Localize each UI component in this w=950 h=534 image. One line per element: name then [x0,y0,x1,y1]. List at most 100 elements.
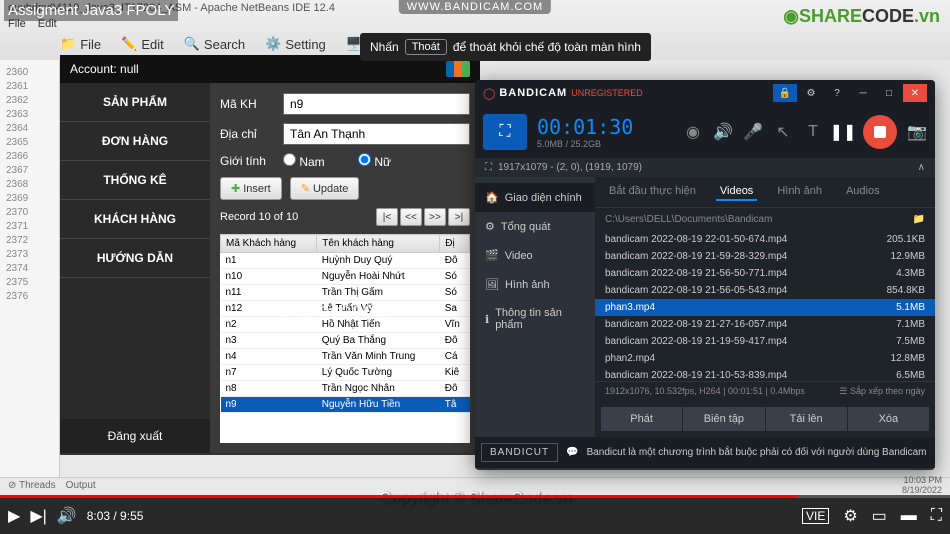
sidebar-item[interactable]: SẢN PHẨM [60,83,210,122]
file-item[interactable]: bandicam 2022-08-19 22-01-50-674.mp4205.… [595,231,935,248]
webcam-icon[interactable]: ◉ [683,122,703,142]
table-row[interactable]: n1Huỳnh Duy QuýĐô [221,253,470,269]
tool-file[interactable]: 📁File [60,36,101,52]
theater-button[interactable]: ▬ [901,507,917,525]
record-button[interactable] [863,115,897,149]
table-row[interactable]: n11Trần Thị GấmSó [221,285,470,301]
rec-size: 5.0MB / 25.2GB [537,139,633,149]
action-button[interactable]: Tải lên [766,407,847,431]
cursor-icon[interactable]: ↖ [773,122,793,142]
tool-setting[interactable]: ⚙️Setting [265,36,326,52]
fullscreen-button[interactable]: ⛶ [931,507,942,525]
page-title: Assigment Java3 FPOLY [4,0,178,21]
logout-button[interactable]: Đăng xuất [60,419,210,453]
file-item[interactable]: phan2.mp412.8MB [595,350,935,367]
play-button[interactable]: ▶ [8,506,20,526]
cc-button[interactable]: VIE [802,508,829,524]
bc-nav-item[interactable]: 🏠Giao diện chính [475,183,595,212]
file-item[interactable]: bandicam 2022-08-19 21-19-59-417.mp47.5M… [595,333,935,350]
table-row[interactable]: n12Lê Tuấn VỹSa [221,301,470,317]
fpt-logo-icon [446,61,470,77]
action-button[interactable]: Biên tập [683,407,764,431]
volume-icon[interactable]: 🔊 [57,506,77,526]
bandicut-button[interactable]: BANDICUT [481,443,558,462]
record-count: Record 10 of 10 [220,211,298,223]
makh-label: Mã KH [220,97,275,111]
table-row[interactable]: n4Trần Văn Minh TrungCá [221,349,470,365]
sidebar-item[interactable]: HƯỚNG DẪN [60,239,210,278]
mic-icon[interactable]: 🎤 [743,122,763,142]
table-header[interactable]: Mã Khách hàng [221,235,317,253]
file-stats: 1912x1076, 10.532fps, H264 | 00:01:51 | … [605,386,805,397]
folder-path[interactable]: C:\Users\DELL\Documents\Bandicam [605,214,772,225]
camera-icon[interactable]: 📷 [907,122,927,142]
makh-input[interactable] [283,93,470,115]
dimensions-bar[interactable]: ⛶1917x1079 - (2, 0), (1919, 1079)∧ [475,158,935,177]
video-player-bar: ▶ ▶| 🔊 8:03 / 9:55 VIE ⚙ ▭ ▬ ⛶ [0,498,950,534]
screen-mode-icon[interactable]: ⛶ [483,114,527,150]
bc-nav-item[interactable]: 🎬Video [475,241,595,270]
bandicam-title: BANDICAM [499,87,567,99]
nav-button[interactable]: << [400,208,422,226]
fullscreen-tooltip: Nhấn Thoát để thoát khỏi chế độ toàn màn… [360,33,651,61]
miniplayer-button[interactable]: ▭ [872,506,887,526]
help-icon[interactable]: ? [825,84,849,102]
gioitinh-label: Giới tính [220,154,275,168]
maximize-icon[interactable]: □ [877,84,901,102]
lock-icon[interactable]: 🔒 [773,84,797,102]
diachi-input[interactable] [283,123,470,145]
sidebar-item[interactable]: THỐNG KÊ [60,161,210,200]
bc-tab[interactable]: Bắt đầu thực hiện [605,183,700,201]
tool-edit[interactable]: ✏️Edit [121,36,164,52]
file-item[interactable]: bandicam 2022-08-19 21-59-28-329.mp412.9… [595,248,935,265]
action-button[interactable]: Xóa [848,407,929,431]
table-row[interactable]: n7Lý Quốc TườngKiê [221,365,470,381]
action-button[interactable]: Phát [601,407,682,431]
java-app-window: Account: null SẢN PHẨMĐƠN HÀNGTHỐNG KÊKH… [60,55,480,455]
next-button[interactable]: ▶| [30,506,46,526]
settings-button[interactable]: ⚙ [843,506,857,526]
file-item[interactable]: bandicam 2022-08-19 21-10-53-839.mp46.5M… [595,367,935,381]
text-icon[interactable]: T [803,122,823,142]
table-row[interactable]: n3Quý Ba ThắngĐô [221,333,470,349]
file-item[interactable]: phan3.mp45.1MB [595,299,935,316]
bc-nav-item[interactable]: ℹThông tin sản phẩm [475,299,595,339]
table-row[interactable]: n8Trần Ngọc NhânĐô [221,381,470,397]
nav-button[interactable]: |< [376,208,398,226]
bc-nav-item[interactable]: ⚙Tổng quát [475,212,595,241]
folder-open-icon[interactable]: 📁 [913,214,925,225]
player-time: 8:03 / 9:55 [87,509,144,523]
file-item[interactable]: bandicam 2022-08-19 21-56-05-543.mp4854.… [595,282,935,299]
pause-icon[interactable]: ❚❚ [833,122,853,142]
customer-table[interactable]: Mã Khách hàngTên khách hàngĐịn1Huỳnh Duy… [220,234,470,443]
timer: 00:01:30 [537,115,633,139]
table-row[interactable]: n9Nguyễn Hữu TiềnTâ [221,397,470,413]
bc-nav-item[interactable]: 🖼Hình ảnh [475,270,595,299]
settings-icon[interactable]: ⚙ [799,84,823,102]
minimize-icon[interactable]: ─ [851,84,875,102]
sidebar-item[interactable]: ĐƠN HÀNG [60,122,210,161]
tool-search[interactable]: 🔍Search [184,36,245,52]
bandicam-watermark: WWW.BANDICAM.COM [399,0,551,14]
update-button[interactable]: Update [290,177,360,200]
bc-tab[interactable]: Hình ảnh [773,183,826,201]
bc-tab[interactable]: Videos [716,183,757,201]
close-icon[interactable]: ✕ [903,84,927,102]
table-row[interactable]: n2Hồ Nhật TiếnVĩn [221,317,470,333]
file-item[interactable]: bandicam 2022-08-19 21-27-16-057.mp47.1M… [595,316,935,333]
radio-nam[interactable]: Nam [283,153,338,169]
insert-button[interactable]: Insert [220,177,282,200]
radio-nu[interactable]: Nữ [358,153,413,169]
sidebar-item[interactable]: KHÁCH HÀNG [60,200,210,239]
table-header[interactable]: Tên khách hàng [317,235,440,253]
nav-button[interactable]: >> [424,208,446,226]
table-row[interactable]: n10Nguyễn Hoài NhứtSó [221,269,470,285]
bc-tab[interactable]: Audios [842,183,884,201]
speaker-icon[interactable]: 🔊 [713,122,733,142]
sort-label[interactable]: ☰ Sắp xếp theo ngày [839,386,925,397]
account-label: Account: null [70,62,139,76]
nav-button[interactable]: >| [448,208,470,226]
file-item[interactable]: bandicam 2022-08-19 21-56-50-771.mp44.3M… [595,265,935,282]
bandicam-window: ◯ BANDICAM UNREGISTERED 🔒 ⚙ ? ─ □ ✕ ⛶ 00… [475,80,935,470]
table-header[interactable]: Đị [440,235,470,253]
